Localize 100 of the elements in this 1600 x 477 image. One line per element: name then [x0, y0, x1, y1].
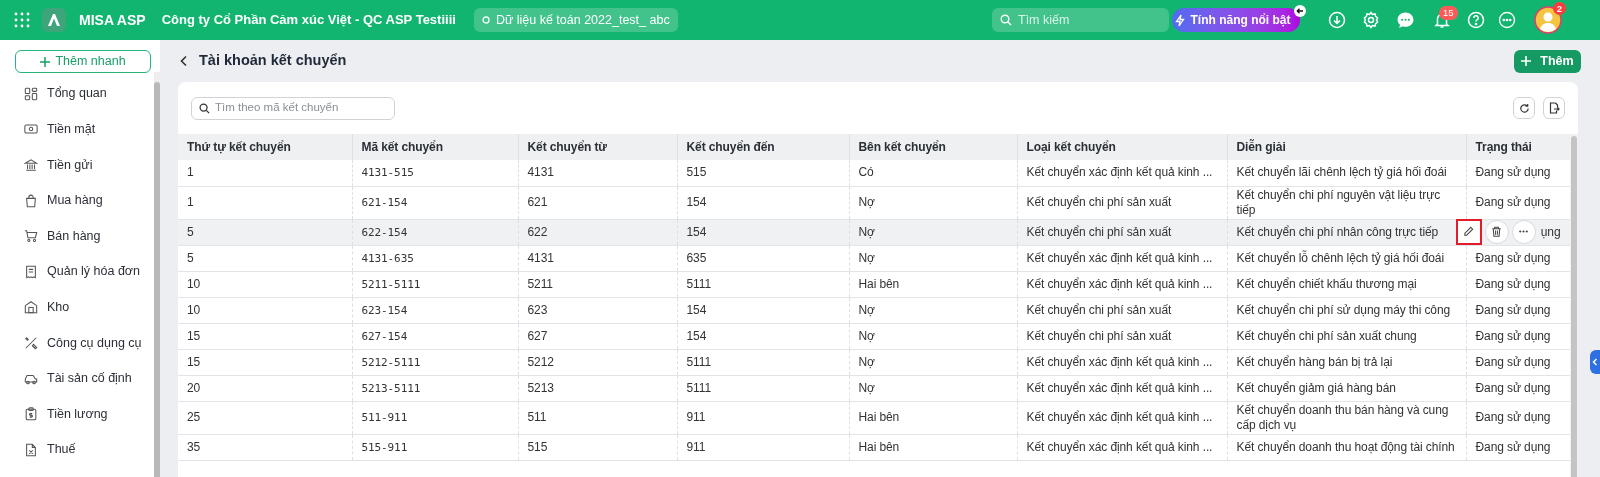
table-cell: 911 [677, 434, 849, 460]
export-icon [1548, 102, 1560, 114]
pencil-icon [1462, 225, 1475, 238]
table-cell: Kết chuyển doanh thu bán hàng và cung cấp dịch vụ [1227, 401, 1466, 434]
table-cell: Nợ [849, 323, 1017, 349]
table-cell: 154 [677, 323, 849, 349]
clipboard-icon [24, 407, 38, 422]
sidebar-item[interactable]: Mua hàng [0, 182, 150, 219]
table-cell: Nợ [849, 297, 1017, 323]
settings-icon[interactable] [1362, 11, 1380, 29]
chevron-left-icon [1592, 358, 1598, 366]
table-cell: 4131 [518, 160, 677, 186]
help-icon[interactable] [1467, 11, 1485, 29]
back-arrow-icon[interactable] [1294, 5, 1306, 17]
table-cell: 5111 [677, 271, 849, 297]
table-cell: Kết chuyển chi phí sản xuất [1017, 323, 1227, 349]
more-icon[interactable] [1498, 11, 1516, 29]
sidebar-item[interactable]: Quản lý hóa đơn [0, 253, 150, 290]
table-cell: Kết chuyển xác định kết quả kinh ... [1017, 401, 1227, 434]
table-cell: 511 [518, 401, 677, 434]
table-cell: 5 [178, 219, 352, 245]
table-cell: Kết chuyển chiết khấu thương mại [1227, 271, 1466, 297]
table-cell: 154 [677, 219, 849, 245]
table-cell: 4131-635 [352, 245, 518, 271]
featured-button[interactable]: Tính năng nổi bật [1172, 8, 1300, 32]
sidebar-item[interactable]: Tổng quan [0, 76, 150, 112]
logo-icon [42, 8, 66, 32]
sidebar-item[interactable]: Tiền gửi [0, 147, 150, 183]
table-cell: 635 [677, 245, 849, 271]
quick-add-button[interactable]: Thêm nhanh [15, 50, 151, 73]
table-cell: Nợ [849, 375, 1017, 401]
download-icon[interactable] [1328, 11, 1346, 29]
refresh-icon [1518, 102, 1530, 114]
table-cell: 5111 [677, 349, 849, 375]
sidebar-item[interactable]: Tài sản cố định [0, 360, 150, 397]
table-cell: 15 [178, 323, 352, 349]
search-field[interactable]: Tìm theo mã kết chuyển [191, 96, 395, 120]
avatar-badge: 2 [1553, 2, 1566, 15]
plus-icon [40, 56, 51, 67]
table-cell: 15 [178, 349, 352, 375]
table-cell: Kết chuyển chi phí sản xuất [1017, 297, 1227, 323]
scrollbar[interactable] [1570, 134, 1578, 477]
table-cell: 5213-5111 [352, 375, 518, 401]
table-cell: 621 [518, 186, 677, 219]
search-input[interactable]: Tìm theo mã kết chuyển [215, 99, 385, 117]
table-cell: 622-154 [352, 219, 518, 245]
table-cell: Kết chuyển chi phí sản xuất chung [1227, 323, 1466, 349]
apps-grid-icon[interactable] [14, 12, 30, 28]
trash-icon [1490, 225, 1503, 238]
export-button[interactable] [1543, 97, 1565, 119]
table-cell: 5212-5111 [352, 349, 518, 375]
sidebar-item[interactable]: Công cụ dụng cụ [0, 325, 150, 361]
table-cell: ụng [1540, 224, 1561, 240]
search-icon [199, 102, 210, 114]
table-cell: Kết chuyển chi phí sử dụng máy thi công [1227, 297, 1466, 323]
sidebar-item[interactable]: Tiền mặt [0, 111, 150, 148]
receipt-icon [24, 264, 38, 279]
table-cell: 5211-5111 [352, 271, 518, 297]
house-icon [24, 300, 38, 315]
table-cell: 627-154 [352, 323, 518, 349]
delete-button[interactable] [1484, 219, 1509, 244]
table-cell: Nợ [849, 349, 1017, 375]
refresh-button[interactable] [1513, 97, 1535, 119]
table-cell: 623 [518, 297, 677, 323]
search-icon [1000, 14, 1012, 26]
table-cell: Kết chuyển xác định kết quả kinh ... [1017, 349, 1227, 375]
table-cell: 511-911 [352, 401, 518, 434]
search-input[interactable]: Tìm kiếm [1018, 10, 1148, 30]
plus-icon [1521, 56, 1532, 66]
table-cell: 10 [178, 297, 352, 323]
sidebar-item[interactable]: Bán hàng [0, 218, 150, 254]
table-cell: 5111 [677, 375, 849, 401]
table-cell: Kết chuyển lỗ chênh lệch tỷ giá hối đoái [1227, 245, 1466, 271]
page-title: Tài khoản kết chuyển [199, 51, 347, 71]
sidebar-item[interactable]: Tiền lương [0, 396, 150, 432]
avatar[interactable] [1534, 6, 1562, 34]
sidebar-item[interactable]: Kho [0, 289, 150, 326]
table-cell: Nợ [849, 245, 1017, 271]
tools-icon [24, 335, 38, 350]
cart-icon [24, 229, 38, 244]
table-cell: 20 [178, 375, 352, 401]
scrollbar[interactable] [154, 72, 160, 477]
table-cell: Kết chuyển giảm giá hàng bán [1227, 375, 1466, 401]
app-name: MISA ASP [79, 10, 146, 30]
add-button[interactable]: Thêm [1514, 49, 1581, 73]
table-cell: 5211 [518, 271, 677, 297]
table-cell: Nợ [849, 186, 1017, 219]
chat-icon[interactable] [1396, 10, 1415, 30]
table-cell: Kết chuyển lãi chênh lệch tỷ giá hối đoái [1227, 160, 1466, 186]
sidebar-item[interactable]: Thuế [0, 431, 150, 468]
edit-button[interactable] [1455, 218, 1482, 245]
side-panel-tab[interactable] [1590, 350, 1600, 374]
table-cell: 515-911 [352, 434, 518, 460]
table-cell: Kết chuyển xác định kết quả kinh ... [1017, 375, 1227, 401]
grid-icon [24, 86, 38, 101]
search-field[interactable]: Tìm kiếm [992, 8, 1169, 32]
table-cell: Có [849, 160, 1017, 186]
table-cell: 515 [677, 160, 849, 186]
table-cell: Kết chuyển chi phí sản xuất [1017, 186, 1227, 219]
table-cell: 5213 [518, 375, 677, 401]
